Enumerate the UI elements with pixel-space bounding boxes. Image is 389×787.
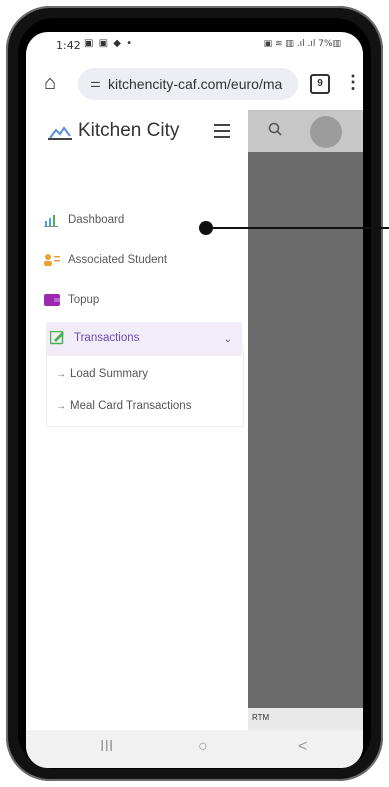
- footer-text: RTM: [252, 713, 270, 722]
- browser-toolbar: ⌂ ⚌ kitchencity-caf.com/euro/ma 9 ⋮: [26, 62, 363, 106]
- page-header: [248, 110, 363, 152]
- sidebar: Kitchen City Dashboard Associated Studen…: [26, 110, 248, 730]
- url-text[interactable]: kitchencity-caf.com/euro/ma: [108, 76, 294, 92]
- callout-pointer-line: [210, 227, 389, 229]
- notification-icons: ▣ ▣ ◆ •: [84, 38, 134, 49]
- system-icons: ▣ ≋ ▥ .ıl .ıl 7%▥: [263, 39, 341, 49]
- search-icon[interactable]: [268, 122, 282, 136]
- tabs-icon[interactable]: 9: [310, 74, 330, 94]
- submenu-item-label: Load Summary: [70, 368, 148, 380]
- sidebar-item-label: Associated Student: [68, 254, 168, 266]
- hamburger-icon[interactable]: [214, 124, 230, 138]
- submenu-item-label: Meal Card Transactions: [70, 400, 192, 412]
- page-footer: RTM: [248, 708, 363, 730]
- recents-button[interactable]: III: [100, 738, 113, 756]
- avatar[interactable]: [310, 116, 342, 148]
- id-card-icon: [44, 254, 60, 266]
- sidebar-item-dashboard[interactable]: Dashboard: [44, 204, 248, 238]
- submenu-item-load-summary[interactable]: → Load Summary: [56, 368, 148, 390]
- more-menu-icon[interactable]: ⋮: [344, 72, 362, 93]
- bar-chart-icon: [44, 215, 58, 227]
- backdrop-overlay[interactable]: [248, 110, 363, 730]
- android-nav-bar: III ○ <: [26, 730, 363, 768]
- arrow-right-icon: →: [56, 401, 66, 412]
- status-time: 1:42: [56, 39, 81, 52]
- sidebar-item-topup[interactable]: Topup: [44, 284, 248, 318]
- submenu-item-meal-card-transactions[interactable]: → Meal Card Transactions: [56, 400, 191, 422]
- wallet-icon: [44, 294, 60, 306]
- home-icon[interactable]: ⌂: [44, 72, 66, 94]
- edit-icon: [50, 331, 64, 345]
- arrow-right-icon: →: [56, 369, 66, 380]
- status-bar: 1:42 ▣ ▣ ◆ • ▣ ≋ ▥ .ıl .ıl 7%▥: [26, 32, 363, 58]
- url-bar[interactable]: ⚌ kitchencity-caf.com/euro/ma: [78, 68, 298, 100]
- sidebar-item-label: Transactions: [74, 332, 140, 344]
- home-button[interactable]: ○: [198, 738, 208, 756]
- sidebar-item-associated-student[interactable]: Associated Student: [44, 244, 248, 278]
- logo-icon: [48, 126, 72, 140]
- chevron-down-icon[interactable]: ⌄: [224, 334, 232, 345]
- brand-name: Kitchen City: [78, 120, 180, 141]
- site-settings-icon[interactable]: ⚌: [90, 76, 101, 90]
- sidebar-item-label: Dashboard: [68, 214, 125, 226]
- phone-screen: 1:42 ▣ ▣ ◆ • ▣ ≋ ▥ .ıl .ıl 7%▥ ⌂ ⚌ kitch…: [26, 32, 363, 768]
- sidebar-item-label: Topup: [68, 294, 100, 306]
- back-button[interactable]: <: [298, 738, 307, 756]
